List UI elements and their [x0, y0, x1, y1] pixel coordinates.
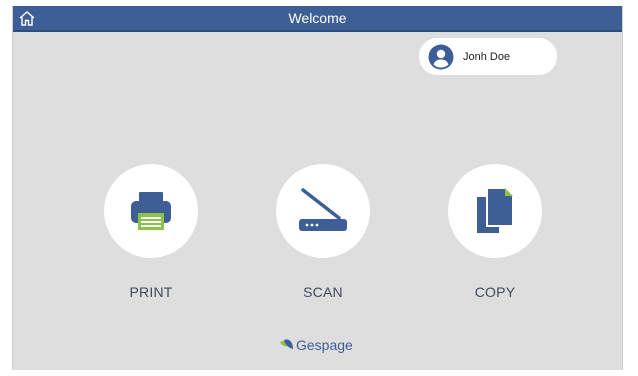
print-button[interactable]: PRINT: [91, 164, 211, 314]
top-bar: Welcome: [13, 6, 622, 32]
copy-circle: [448, 164, 542, 258]
user-avatar-icon: [428, 44, 454, 69]
copy-button[interactable]: COPY: [435, 164, 555, 314]
user-account-button[interactable]: Jonh Doe: [419, 38, 557, 75]
gespage-leaf-icon: [280, 339, 293, 349]
print-label: PRINT: [129, 284, 173, 300]
scan-button[interactable]: SCAN: [263, 164, 383, 314]
user-name: Jonh Doe: [463, 50, 511, 63]
copy-icon: [477, 187, 514, 233]
scan-label: SCAN: [303, 284, 343, 300]
gespage-logo: Gespage: [279, 334, 353, 356]
copy-label: COPY: [474, 284, 516, 300]
logo-text: Gespage: [296, 337, 353, 353]
printer-icon: [131, 192, 171, 230]
kiosk-screen: Welcome Jonh Doe PRINT SCAN COPY Gespage: [12, 6, 623, 370]
page-title: Welcome: [288, 10, 347, 26]
scanner-icon: [299, 188, 347, 231]
print-circle: [104, 164, 198, 258]
scan-circle: [276, 164, 370, 258]
